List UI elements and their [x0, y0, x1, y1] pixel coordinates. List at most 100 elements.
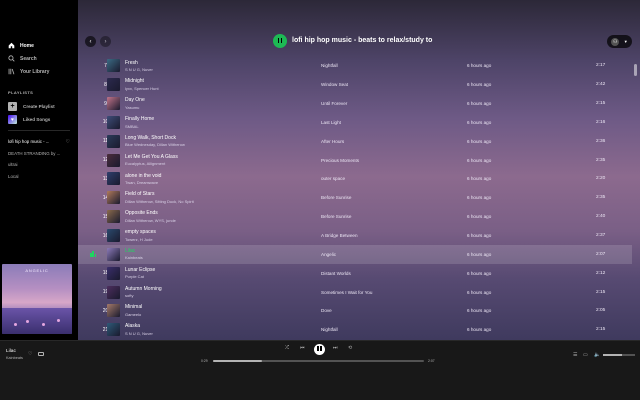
track-row[interactable]: 12 Let Me Get You A Glass Eucalyptus, Alli…	[78, 151, 632, 170]
track-artist[interactable]: Kainbeats	[125, 255, 295, 260]
track-title[interactable]: Fresh	[125, 60, 295, 66]
track-row[interactable]: 16 empty spaces Towerz, H Jude A Bridge Bet…	[78, 226, 632, 245]
devices-icon[interactable]: ▭	[583, 352, 588, 358]
search-icon	[8, 55, 15, 62]
track-title[interactable]: Day One	[125, 97, 295, 103]
track-artwork	[107, 134, 120, 148]
track-album[interactable]: Nightfall	[321, 63, 338, 68]
track-row[interactable]: 8 Midnight lyxx, Spencer Hunt Window Seat 6 …	[78, 75, 632, 94]
like-heart-icon[interactable]: ♡	[28, 351, 32, 357]
track-album[interactable]: After Hours	[321, 139, 344, 144]
track-artist[interactable]: Purple Cat	[125, 274, 295, 279]
track-album[interactable]: Dove	[321, 308, 332, 313]
previous-icon[interactable]: ⏮	[300, 345, 305, 351]
track-artist[interactable]: Yasumu	[125, 105, 295, 110]
track-title[interactable]: empty spaces	[125, 229, 295, 235]
liked-songs-button[interactable]: ♥ Liked Songs	[0, 113, 78, 126]
track-artist[interactable]: Gameelo	[125, 312, 295, 317]
track-title[interactable]: Long Walk, Short Dock	[125, 135, 295, 141]
volume-fill	[603, 354, 623, 356]
track-row[interactable]: 14 Field of Stars Dillan Witherow, Sitting…	[78, 188, 632, 207]
volume-icon[interactable]: 🔈	[594, 352, 600, 358]
sidebar-playlist-item[interactable]: DEATH STRANDING by ...	[0, 148, 78, 160]
shuffle-icon[interactable]: ⤮	[285, 345, 289, 351]
track-title-block: Long Walk, Short Dock Blue Wednesday, Dil…	[125, 135, 295, 148]
track-title[interactable]: Lunar Eclipse	[125, 267, 295, 273]
track-title[interactable]: Let Me Get You A Glass	[125, 154, 295, 160]
create-playlist-button[interactable]: + Create Playlist	[0, 100, 78, 113]
total-time: 2:07	[428, 359, 435, 363]
track-row[interactable]: 11 Long Walk, Short Dock Blue Wednesday, D…	[78, 132, 632, 151]
nav-home[interactable]: Home	[0, 39, 78, 52]
track-artist[interactable]: Eucalyptus, Allignment	[125, 161, 295, 166]
track-row[interactable]: Lilac Kainbeats Angelic 6 hours ago 2:07	[78, 244, 632, 264]
track-date-added: 6 hours ago	[467, 270, 492, 276]
track-album[interactable]: Until Forever	[321, 101, 347, 106]
track-album[interactable]: Precious Moments	[321, 158, 359, 163]
track-title[interactable]: Finally Home	[125, 116, 295, 122]
track-album[interactable]: A Bridge Between	[321, 233, 358, 238]
track-row[interactable]: 19 Autumn Morning softy Sometimes I Wait fo…	[78, 283, 632, 302]
repeat-icon[interactable]: ⟲	[348, 345, 352, 351]
track-row[interactable]: 13 alone in the void Twan, Dreamwave outer …	[78, 170, 632, 189]
track-row[interactable]: 7 Fresh S N U G, Nuver Nightfall 6 hours ago…	[78, 57, 632, 76]
sidebar-playlist-item[interactable]: ultrai	[0, 159, 78, 171]
track-artist[interactable]: Blue Wednesday, Dillan Witherow	[125, 142, 295, 147]
progress-bar[interactable]	[213, 360, 424, 362]
track-album[interactable]: Angelic	[321, 252, 336, 257]
nav-search[interactable]: Search	[0, 52, 78, 65]
track-album[interactable]: Window Seat	[321, 82, 348, 87]
track-artist[interactable]: lyxx, Spencer Hunt	[125, 86, 295, 91]
track-album[interactable]: Sometimes I Wait for You	[321, 290, 372, 295]
track-duration: 2:20	[596, 176, 606, 182]
user-avatar-icon: ⚇	[611, 37, 620, 46]
track-title-block: Minimal Gameelo	[125, 304, 295, 317]
track-artwork	[107, 304, 120, 318]
track-artist[interactable]: Dillan Witherow, WYS, junde	[125, 218, 295, 223]
user-menu[interactable]: ⚇ ▼	[607, 35, 632, 48]
next-icon[interactable]: ⏭	[333, 345, 338, 351]
track-title[interactable]: Opposite Ends	[125, 210, 295, 216]
track-row[interactable]: 9 Day One Yasumu Until Forever 6 hours ago 2:…	[78, 94, 632, 113]
track-artist[interactable]: Twan, Dreamwave	[125, 180, 295, 185]
track-row[interactable]: 10 Finally Home SMBAL Last Light 6 hours ago…	[78, 113, 632, 132]
playlist-pause-button[interactable]	[273, 34, 287, 48]
now-playing-cover-art[interactable]: ANGELIC	[2, 264, 72, 334]
track-title[interactable]: alone in the void	[125, 173, 295, 179]
track-row[interactable]: 15 Opposite Ends Dillan Witherow, WYS, jun…	[78, 207, 632, 226]
track-artist[interactable]: Dillan Witherow, Sitting Duck, No Spirit	[125, 199, 295, 204]
track-title[interactable]: Midnight	[125, 78, 295, 84]
track-album[interactable]: Before Sunrise	[321, 214, 351, 219]
picture-in-picture-icon[interactable]	[38, 352, 44, 356]
now-playing-title[interactable]: Lilac	[6, 349, 16, 354]
track-artist[interactable]: Towerz, H Jude	[125, 237, 295, 242]
track-title[interactable]: Lilac	[125, 248, 295, 254]
track-album[interactable]: Last Light	[321, 120, 341, 125]
now-playing-artist[interactable]: Kainbeats	[6, 356, 23, 360]
scrollbar-thumb[interactable]	[634, 64, 637, 76]
nav-library[interactable]: Your Library	[0, 65, 78, 78]
sidebar-playlist-item[interactable]: lofi hip hop music - ... ♡	[0, 136, 78, 148]
sidebar-playlist-item[interactable]: Local	[0, 171, 78, 183]
track-artist[interactable]: S N U G, Nuver	[125, 67, 295, 72]
track-title[interactable]: Alaska	[125, 323, 295, 329]
track-title[interactable]: Minimal	[125, 304, 295, 310]
track-artist[interactable]: softy	[125, 293, 295, 298]
track-title[interactable]: Autumn Morning	[125, 286, 295, 292]
track-row[interactable]: 21 Alaska S N U G, Nuver Nightfall 6 hours a…	[78, 320, 632, 339]
forward-button[interactable]: ›	[100, 36, 111, 47]
track-row[interactable]: 18 Lunar Eclipse Purple Cat Distant Worlds 6…	[78, 264, 632, 283]
back-button[interactable]: ‹	[85, 36, 96, 47]
track-artist[interactable]: S N U G, Nuver	[125, 331, 295, 336]
track-album[interactable]: Distant Worlds	[321, 271, 351, 276]
track-row[interactable]: 20 Minimal Gameelo Dove 6 hours ago 2:05	[78, 301, 632, 320]
track-artist[interactable]: SMBAL	[125, 124, 295, 129]
queue-icon[interactable]: ☰	[573, 352, 577, 358]
track-album[interactable]: outer space	[321, 176, 345, 181]
track-title[interactable]: Field of Stars	[125, 191, 295, 197]
track-album[interactable]: Nightfall	[321, 327, 338, 332]
track-album[interactable]: Before Sunrise	[321, 195, 351, 200]
play-pause-button[interactable]	[314, 344, 325, 355]
volume-slider[interactable]	[603, 354, 635, 356]
home-icon	[8, 42, 15, 49]
